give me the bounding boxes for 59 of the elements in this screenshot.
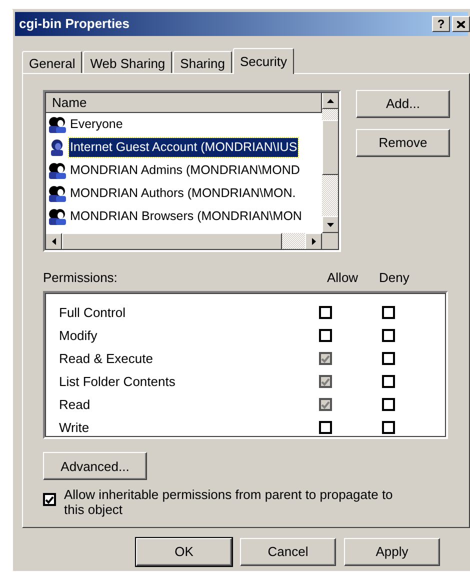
inherit-checkbox[interactable] [43,493,56,506]
checkbox[interactable] [319,329,332,342]
checkbox[interactable] [382,398,395,412]
users-icon [48,162,66,179]
vertical-scrollbar[interactable] [322,92,339,233]
list-item[interactable]: Everyone [69,115,124,134]
list-item[interactable]: MONDRIAN Authors (MONDRIAN\MON. [69,184,297,203]
checkbox[interactable] [382,421,395,434]
tab[interactable]: Sharing [173,51,232,73]
user-icon [48,139,66,156]
list-item[interactable]: Internet Guest Account (MONDRIAN\IUS [69,138,298,157]
column-header: Allow [327,269,360,288]
list-item[interactable]: MONDRIAN Browsers (MONDRIAN\MON [69,207,303,226]
checkbox[interactable] [382,352,395,366]
permission-label: Write [58,419,90,437]
permission-label: Full Control [58,304,126,322]
inherit-label: Allow inheritable permissions from parent to propagate to this object [64,486,394,517]
ok-button[interactable]: OK [136,538,232,566]
checkbox[interactable] [382,329,395,342]
remove-button[interactable]: Remove [356,129,450,157]
left-arrow-icon [52,238,56,245]
close-button[interactable] [452,16,470,32]
window-title: cgi-bin Properties [19,15,131,34]
list-item[interactable]: MONDRIAN Admins (MONDRIAN\MOND [69,161,301,180]
checkbox[interactable] [382,375,395,388]
scroll-up-button[interactable] [322,92,339,109]
close-icon [457,20,465,28]
horizontal-scrollbar[interactable] [45,233,322,250]
scroll-thumb[interactable] [322,120,339,175]
scroll-down-button[interactable] [322,216,339,233]
checkbox[interactable] [319,421,332,434]
cancel-button[interactable]: Cancel [240,538,336,566]
permission-label: List Folder Contents [58,373,176,391]
names-list[interactable]: Name Everyone Internet Guest Account (MONDRIAN\IUS MONDRIAN Admins (MONDRIAN\MOND MONDRIAN Authors (MONDRIAN\MON. MONDRIAN Browsers (MONDRIAN\MON [43,90,341,252]
apply-button[interactable]: Apply [344,538,440,566]
permission-label: Read [58,396,92,414]
column-header: Deny [379,269,410,288]
users-icon [48,116,66,133]
checkbox[interactable] [382,306,395,320]
users-icon [48,208,66,225]
permission-label: Read & Execute [58,350,154,368]
permission-label: Modify [58,327,98,345]
scrollbar-corner [322,233,339,250]
checkbox[interactable] [319,306,332,320]
down-arrow-icon [327,222,334,226]
help-button[interactable]: ? [432,16,450,32]
scroll-thumb[interactable] [62,233,282,250]
advanced-button[interactable]: Advanced... [43,452,147,480]
tab[interactable]: Security [232,48,294,74]
add-button[interactable]: Add... [356,90,450,118]
right-arrow-icon [312,238,316,245]
scroll-left-button[interactable] [45,233,62,250]
users-icon [48,185,66,202]
tab[interactable]: General [22,51,82,73]
up-arrow-icon [327,98,334,102]
tab[interactable]: Web Sharing [83,51,172,73]
permissions-label: Permissions: [43,269,118,288]
column-header[interactable]: Name [45,92,322,113]
scroll-right-button[interactable] [305,233,322,250]
